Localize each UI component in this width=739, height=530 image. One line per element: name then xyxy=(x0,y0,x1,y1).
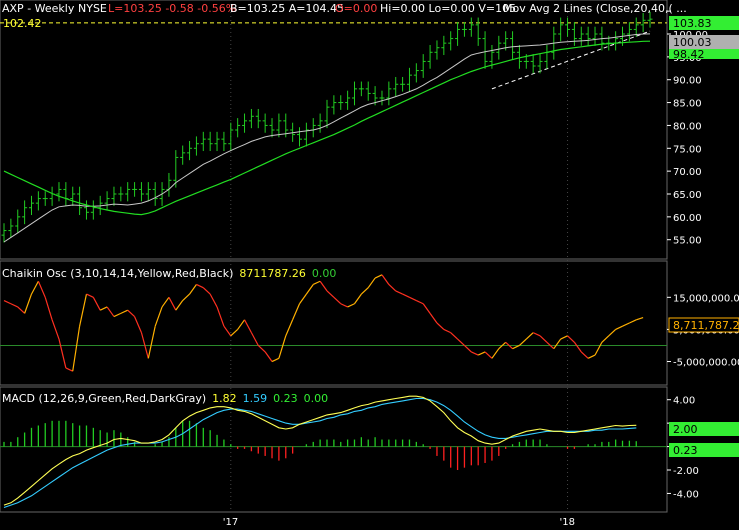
resistance-value: 102.42 xyxy=(3,17,42,30)
svg-text:2.00: 2.00 xyxy=(673,423,698,436)
y-tick-label: -5,000,000.00 xyxy=(673,358,739,369)
svg-text:8,711,787.26: 8,711,787.26 xyxy=(673,319,739,332)
chart-last-stats: L=103.25 -0.58 -0.56% xyxy=(108,2,236,15)
y-tick-label: -4.00 xyxy=(673,489,699,500)
last-price-tag: 103.83 xyxy=(669,16,739,30)
y-tick-label: 15,000,000.00 xyxy=(673,293,739,304)
macd-label: MACD (12,26,9,Green,Red,DarkGray) 1.82 1.5… xyxy=(2,392,328,405)
chart-exchange: NYSE xyxy=(78,2,107,15)
chart-bid-ask: B=103.25 A=104.45 xyxy=(230,2,344,15)
y-tick-label: -2.00 xyxy=(673,466,699,477)
price-panel xyxy=(0,0,668,260)
svg-text:0.23: 0.23 xyxy=(673,444,698,457)
ma20-tag: 100.03 xyxy=(669,35,739,49)
macd-hist-tag: 0.23 xyxy=(669,443,739,457)
y-tick-label: 75.00 xyxy=(673,144,702,155)
y-tick-label: 4.00 xyxy=(673,396,695,407)
y-tick-label: 65.00 xyxy=(673,190,702,201)
y-tick-label: 90.00 xyxy=(673,76,702,87)
macd-signal-tag: 2.00 xyxy=(669,422,739,436)
chaikin-label: Chaikin Osc (3,10,14,14,Yellow,Red,Black… xyxy=(2,267,336,280)
y-tick-label: 70.00 xyxy=(673,167,702,178)
y-tick-label: 55.00 xyxy=(673,236,702,247)
svg-text:98.42: 98.42 xyxy=(673,48,705,61)
chart-ma-label: Mov Avg 2 Lines (Close,20,40,( ... xyxy=(503,2,687,15)
y-tick-label: 85.00 xyxy=(673,99,702,110)
x-tick-label: '18 xyxy=(560,517,575,528)
chart-range-volume: Hi=0.00 Lo=0.00 V=105 xyxy=(380,2,516,15)
chaikin-value-tag: 8,711,787.26 xyxy=(668,317,739,333)
chart-open: O=0.00 xyxy=(335,2,377,15)
x-tick-label: '17 xyxy=(223,517,238,528)
macd-panel xyxy=(0,386,668,513)
stock-chart: '17 '18 55.00 60.00 65.00 70.00 75.00 80.00 85.0… xyxy=(0,0,739,530)
svg-text:103.83: 103.83 xyxy=(673,17,712,30)
y-tick-label: 60.00 xyxy=(673,213,702,224)
chart-symbol: AXP - Weekly xyxy=(2,2,75,15)
y-tick-label: 80.00 xyxy=(673,121,702,132)
